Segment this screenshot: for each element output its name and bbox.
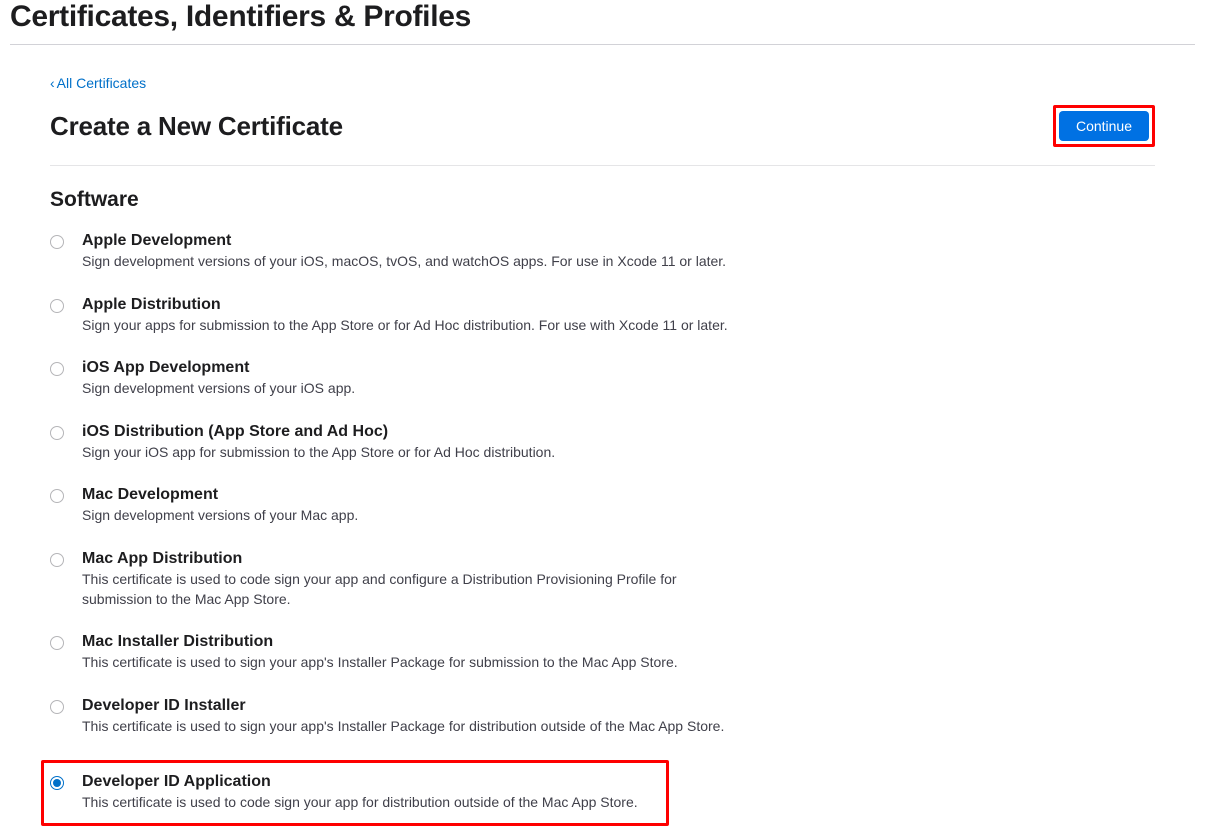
- content-area: ‹ All Certificates Create a New Certific…: [10, 75, 1195, 826]
- option-text: Mac Development Sign development versions…: [82, 486, 750, 526]
- option-text: Mac Installer Distribution This certifica…: [82, 633, 750, 673]
- continue-button[interactable]: Continue: [1059, 111, 1149, 141]
- option-title: Apple Development: [82, 232, 750, 250]
- certificate-option[interactable]: Mac App Distribution This certificate is …: [50, 550, 750, 609]
- option-title: Developer ID Application: [82, 773, 660, 791]
- option-description: Sign development versions of your Mac ap…: [82, 506, 750, 526]
- option-description: This certificate is used to sign your ap…: [82, 653, 750, 673]
- chevron-left-icon: ‹: [50, 75, 55, 91]
- title-row: Create a New Certificate Continue: [50, 105, 1155, 166]
- certificate-option[interactable]: Mac Development Sign development versions…: [50, 486, 750, 526]
- certificate-radio[interactable]: [50, 235, 64, 249]
- certificate-option[interactable]: Developer ID Installer This certificate i…: [50, 697, 750, 737]
- option-text: Apple Development Sign development versio…: [82, 232, 750, 272]
- option-text: Developer ID Application This certificate…: [82, 773, 660, 813]
- option-text: iOS App Development Sign development vers…: [82, 359, 750, 399]
- certificate-radio[interactable]: [50, 489, 64, 503]
- continue-highlight-box: Continue: [1053, 105, 1155, 147]
- certificate-option[interactable]: Apple Development Sign development versio…: [50, 232, 750, 272]
- certificate-radio[interactable]: [50, 299, 64, 313]
- section-title-software: Software: [50, 188, 1155, 212]
- certificate-option[interactable]: Mac Installer Distribution This certifica…: [50, 633, 750, 673]
- certificate-radio[interactable]: [50, 426, 64, 440]
- option-title: Mac Installer Distribution: [82, 633, 750, 651]
- certificate-radio[interactable]: [50, 700, 64, 714]
- certificate-option[interactable]: Apple Distribution Sign your apps for sub…: [50, 296, 750, 336]
- certificate-radio[interactable]: [50, 362, 64, 376]
- option-text: Developer ID Installer This certificate i…: [82, 697, 750, 737]
- back-link-all-certificates[interactable]: ‹ All Certificates: [50, 75, 146, 91]
- option-title: Apple Distribution: [82, 296, 750, 314]
- certificate-radio[interactable]: [50, 553, 64, 567]
- certificate-option[interactable]: Developer ID Application This certificate…: [41, 760, 669, 826]
- certificate-radio[interactable]: [50, 636, 64, 650]
- option-title: iOS Distribution (App Store and Ad Hoc): [82, 423, 750, 441]
- option-description: This certificate is used to code sign yo…: [82, 570, 750, 609]
- back-link-label: All Certificates: [57, 75, 146, 91]
- option-title: iOS App Development: [82, 359, 750, 377]
- page-header: Certificates, Identifiers & Profiles: [10, 0, 1195, 45]
- option-description: Sign your apps for submission to the App…: [82, 316, 750, 336]
- certificate-option[interactable]: iOS App Development Sign development vers…: [50, 359, 750, 399]
- option-description: This certificate is used to code sign yo…: [82, 793, 660, 813]
- option-description: Sign your iOS app for submission to the …: [82, 443, 750, 463]
- option-title: Mac Development: [82, 486, 750, 504]
- certificate-option[interactable]: iOS Distribution (App Store and Ad Hoc) S…: [50, 423, 750, 463]
- option-description: Sign development versions of your iOS ap…: [82, 379, 750, 399]
- certificate-option-list: Apple Development Sign development versio…: [50, 232, 750, 826]
- option-text: iOS Distribution (App Store and Ad Hoc) S…: [82, 423, 750, 463]
- option-description: This certificate is used to sign your ap…: [82, 717, 750, 737]
- option-text: Apple Distribution Sign your apps for sub…: [82, 296, 750, 336]
- option-text: Mac App Distribution This certificate is …: [82, 550, 750, 609]
- option-description: Sign development versions of your iOS, m…: [82, 252, 750, 272]
- create-title: Create a New Certificate: [50, 111, 343, 142]
- option-title: Developer ID Installer: [82, 697, 750, 715]
- certificate-radio[interactable]: [50, 776, 64, 790]
- option-title: Mac App Distribution: [82, 550, 750, 568]
- page-title: Certificates, Identifiers & Profiles: [10, 0, 1195, 34]
